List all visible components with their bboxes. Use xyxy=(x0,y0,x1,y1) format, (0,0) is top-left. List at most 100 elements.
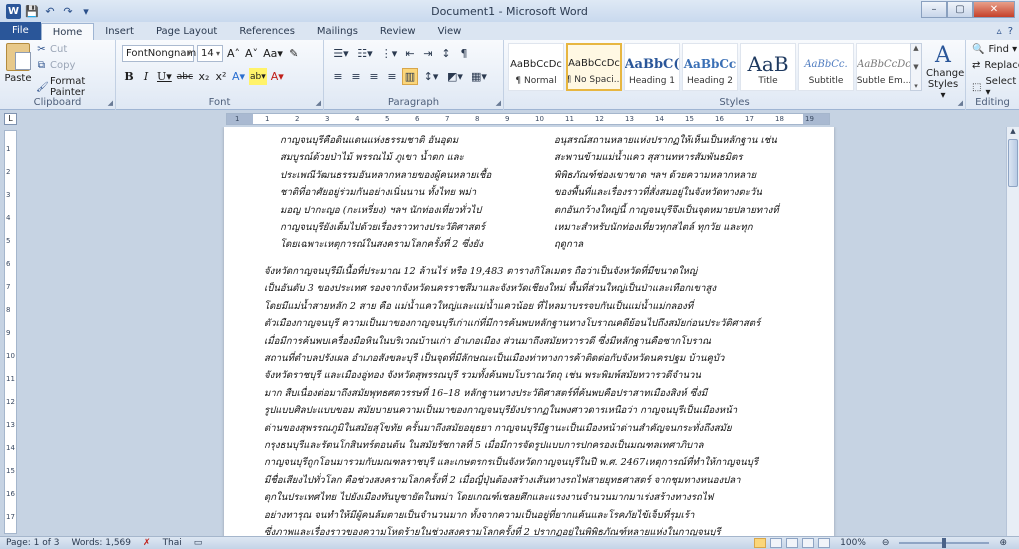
tab-page-layout[interactable]: Page Layout xyxy=(145,23,228,40)
superscript-button[interactable]: x² xyxy=(214,68,228,85)
print-layout-view-button[interactable] xyxy=(754,538,767,548)
cut-button[interactable]: ✂ Cut xyxy=(36,44,67,55)
maximize-button[interactable]: ▢ xyxy=(947,1,973,18)
minimize-button[interactable]: – xyxy=(921,1,947,18)
tab-mailings[interactable]: Mailings xyxy=(306,23,369,40)
scroll-thumb[interactable] xyxy=(1008,139,1018,187)
tab-selector[interactable]: L xyxy=(4,113,17,125)
tab-insert[interactable]: Insert xyxy=(94,23,145,40)
macro-record-icon[interactable]: ▭ xyxy=(188,538,209,548)
shrink-font-button[interactable]: A˅ xyxy=(244,45,259,62)
tab-review[interactable]: Review xyxy=(369,23,427,40)
minimize-ribbon-icon[interactable]: ▵ xyxy=(997,26,1002,37)
word-count[interactable]: Words: 1,569 xyxy=(66,538,137,548)
select-button[interactable]: ⬚ Select ▾ xyxy=(972,76,1019,98)
tab-references[interactable]: References xyxy=(228,23,306,40)
paste-button[interactable]: Paste xyxy=(4,43,32,84)
format-painter-button[interactable]: 🖌 Format Painter xyxy=(36,76,115,98)
bold-button[interactable]: B xyxy=(122,68,136,85)
bullets-button[interactable]: ☰▾ xyxy=(330,45,352,62)
italic-button[interactable]: I xyxy=(139,68,153,85)
zoom-level[interactable]: 100% xyxy=(834,538,872,548)
scroll-up-icon[interactable]: ▲ xyxy=(913,44,918,52)
styles-launcher-icon[interactable]: ◢ xyxy=(958,99,963,107)
style-no-spacing[interactable]: AaBbCcDc ¶ No Spaci... xyxy=(566,43,622,91)
body-paragraph[interactable]: จังหวัดกาญจนบุรีมีเนื้อที่ประมาณ 12 ล้าน… xyxy=(264,263,798,537)
style-subtitle[interactable]: AaBbCc. Subtitle xyxy=(798,43,854,91)
strikethrough-button[interactable]: abc xyxy=(176,68,194,85)
decrease-indent-button[interactable]: ⇤ xyxy=(402,45,418,62)
align-center-button[interactable]: ≡ xyxy=(348,68,364,85)
save-icon[interactable]: 💾 xyxy=(25,4,39,18)
column-right-text[interactable]: อนุสรณ์สถานหลายแห่งปรากฏให้เห็นเป็นหลักฐ… xyxy=(554,132,816,254)
clipboard-launcher-icon[interactable]: ◢ xyxy=(108,99,113,107)
justify-button[interactable]: ≡ xyxy=(384,68,400,85)
word-logo-icon[interactable]: W xyxy=(6,3,21,19)
font-row-2: B I U▾ abc x₂ x² A▾ ab▾ A▾ xyxy=(122,68,285,85)
style-heading-1[interactable]: AaBbC( Heading 1 xyxy=(624,43,680,91)
draft-view-button[interactable] xyxy=(818,538,831,548)
zoom-slider-thumb[interactable] xyxy=(942,538,947,548)
customize-qat-icon[interactable]: ▾ xyxy=(79,4,93,18)
numbering-button[interactable]: ☷▾ xyxy=(354,45,376,62)
column-left-text[interactable]: กาญจนบุรีคือดินแดนแห่งธรรมชาติ อันอุดม ส… xyxy=(280,132,542,254)
paragraph-launcher-icon[interactable]: ◢ xyxy=(496,99,501,107)
thai-distributed-button[interactable]: ▥ xyxy=(402,68,418,85)
replace-button[interactable]: ⇄ Replace xyxy=(972,60,1019,71)
vertical-ruler[interactable]: 1 2 3 4 5 6 7 8 9 10 11 12 13 14 15 16 17 xyxy=(4,130,17,534)
window-title: Document1 - Microsoft Word xyxy=(431,4,588,18)
tab-view[interactable]: View xyxy=(427,23,473,40)
change-case-button[interactable]: Aa▾ xyxy=(262,45,284,62)
style-title[interactable]: AaB Title xyxy=(740,43,796,91)
page-count[interactable]: Page: 1 of 3 xyxy=(0,538,66,548)
tab-file[interactable]: File xyxy=(0,22,41,40)
style-sample: AaBbCcDc xyxy=(568,57,620,69)
style-normal[interactable]: AaBbCcDc ¶ Normal xyxy=(508,43,564,91)
vruler-number: 2 xyxy=(6,168,11,176)
align-left-button[interactable]: ≡ xyxy=(330,68,346,85)
show-marks-button[interactable]: ¶ xyxy=(456,45,472,62)
highlight-button[interactable]: ab▾ xyxy=(249,68,267,85)
align-right-button[interactable]: ≡ xyxy=(366,68,382,85)
style-subtle-emphasis[interactable]: AaBbCcDc Subtle Em... xyxy=(856,43,912,91)
zoom-slider[interactable] xyxy=(899,538,990,548)
subscript-button[interactable]: x₂ xyxy=(197,68,211,85)
outline-view-button[interactable] xyxy=(802,538,815,548)
undo-icon[interactable]: ↶ xyxy=(43,4,57,18)
line-spacing-button[interactable]: ↕▾ xyxy=(420,68,442,85)
clear-formatting-button[interactable]: ✎ xyxy=(287,45,301,62)
font-launcher-icon[interactable]: ◢ xyxy=(316,99,321,107)
web-layout-view-button[interactable] xyxy=(786,538,799,548)
font-size-combo[interactable]: 14 xyxy=(197,45,223,62)
zoom-in-icon[interactable]: ⊕ xyxy=(993,538,1013,548)
document-page[interactable]: กาญจนบุรีคือดินแดนแห่งธรรมชาติ อันอุดม ส… xyxy=(224,127,834,537)
text-effects-button[interactable]: A▾ xyxy=(231,68,246,85)
font-name-combo[interactable]: FontNongnam xyxy=(122,45,196,62)
language[interactable]: Thai xyxy=(157,538,188,548)
font-color-button[interactable]: A▾ xyxy=(270,68,285,85)
scroll-down-icon[interactable]: ▼ xyxy=(913,63,918,71)
underline-button[interactable]: U▾ xyxy=(156,68,173,85)
scroll-up-arrow-icon[interactable]: ▲ xyxy=(1007,127,1019,138)
increase-indent-button[interactable]: ⇥ xyxy=(420,45,436,62)
redo-icon[interactable]: ↷ xyxy=(61,4,75,18)
full-screen-view-button[interactable] xyxy=(770,538,783,548)
grow-font-button[interactable]: A˄ xyxy=(226,45,241,62)
sort-button[interactable]: ↕ xyxy=(438,45,454,62)
horizontal-ruler[interactable]: 1 1 2 3 4 5 6 7 8 9 10 11 12 13 14 15 16 17 18 19 xyxy=(226,113,830,125)
shading-button[interactable]: ◩▾ xyxy=(444,68,466,85)
copy-button[interactable]: ⧉ Copy xyxy=(36,60,75,71)
style-heading-2[interactable]: AaBbCc Heading 2 xyxy=(682,43,738,91)
styles-gallery-scroll[interactable]: ▲ ▼ ▾ xyxy=(910,43,922,91)
change-styles-button[interactable]: A Change Styles ▾ xyxy=(926,44,964,102)
vertical-scrollbar[interactable]: ▲ xyxy=(1006,127,1019,537)
multilevel-list-button[interactable]: ⋮▾ xyxy=(378,45,400,62)
close-button[interactable]: ✕ xyxy=(973,1,1015,18)
tab-home[interactable]: Home xyxy=(40,23,95,40)
help-icon[interactable]: ? xyxy=(1008,26,1013,37)
more-styles-icon[interactable]: ▾ xyxy=(914,82,918,90)
borders-button[interactable]: ▦▾ xyxy=(468,68,490,85)
find-button[interactable]: 🔍 Find ▾ xyxy=(972,44,1017,55)
proofing-icon[interactable]: ✗ xyxy=(137,538,157,548)
zoom-out-icon[interactable]: ⊖ xyxy=(876,538,896,548)
